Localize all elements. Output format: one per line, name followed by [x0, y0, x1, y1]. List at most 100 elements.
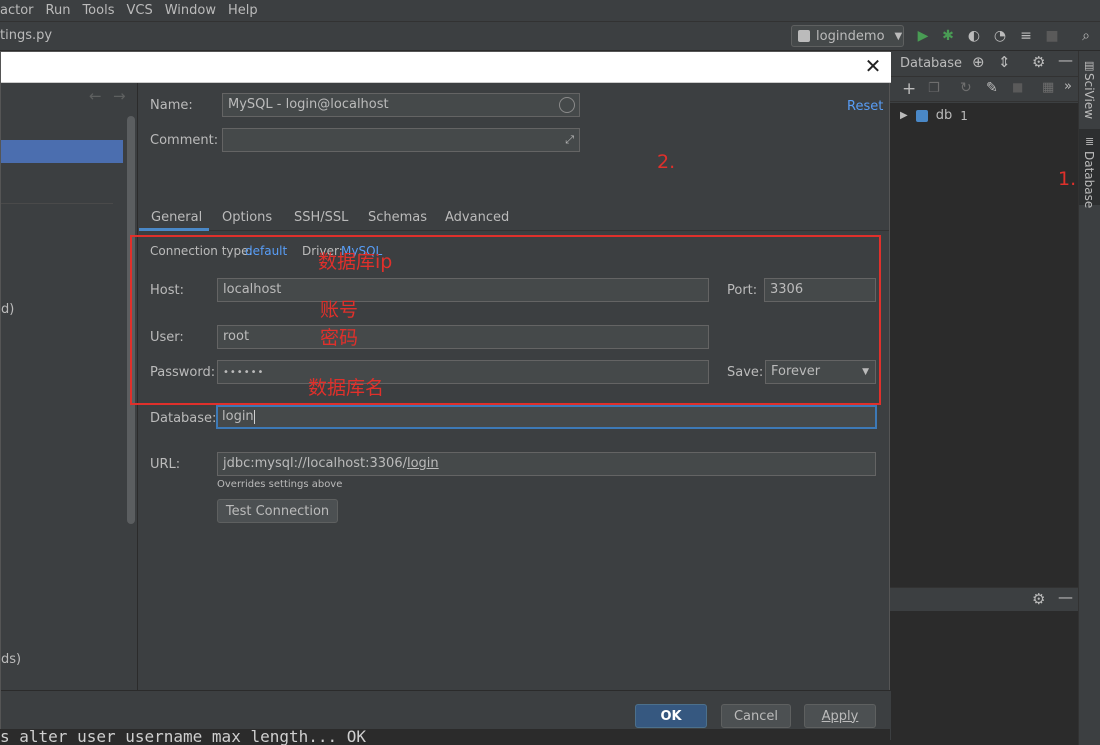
run-config-label: logindemo: [816, 28, 885, 44]
profile-icon[interactable]: ◔: [990, 26, 1010, 46]
list-item[interactable]: ds): [1, 652, 21, 667]
console-text: s alter user username max length... OK: [0, 729, 367, 745]
annotation-step-1: 1.: [1058, 168, 1077, 190]
data-source-list: ← → d) ds): [1, 83, 138, 690]
test-connection-label: Test Connection: [225, 503, 330, 519]
url-label: URL:: [150, 457, 181, 472]
database-value: login: [222, 409, 254, 424]
gear-icon[interactable]: ⚙: [1032, 53, 1045, 71]
expand-arrow-icon[interactable]: ▶: [900, 110, 908, 121]
properties-icon[interactable]: ✎: [986, 80, 998, 96]
comment-label: Comment:: [150, 133, 219, 148]
database-tool-window: Database ⊕ ⇕ ⚙ — + ❐ ↻ ✎ ■ ▦ » ▶ db 1 ⚙ …: [890, 51, 1078, 745]
sciview-tab[interactable]: SciView: [1082, 73, 1096, 119]
database-icon: ≣: [1085, 135, 1095, 148]
back-arrow-icon[interactable]: ←: [89, 87, 102, 105]
stop-query-icon[interactable]: ■: [1012, 80, 1023, 94]
search-icon[interactable]: ⌕: [1076, 26, 1096, 46]
database-toolbar: + ❐ ↻ ✎ ■ ▦ »: [890, 76, 1078, 102]
tab-schemas[interactable]: Schemas: [368, 210, 427, 225]
annotation-step-2: 2.: [657, 151, 676, 173]
minimize-icon[interactable]: —: [1058, 588, 1073, 606]
cancel-button[interactable]: Cancel: [721, 704, 791, 728]
name-field[interactable]: MySQL - login@localhost: [222, 93, 580, 117]
menu-help[interactable]: Help: [222, 3, 264, 18]
expand-icon[interactable]: ⤢: [565, 129, 574, 151]
coverage-icon[interactable]: ◐: [964, 26, 984, 46]
database-tree: [890, 103, 1078, 638]
comment-field[interactable]: ⤢: [222, 128, 580, 152]
database-tab-label: Database: [1082, 151, 1096, 209]
run-icon[interactable]: ▶: [913, 26, 933, 46]
target-icon[interactable]: ⊕: [972, 53, 985, 71]
table-icon[interactable]: ▦: [1042, 80, 1054, 95]
tab-general[interactable]: General: [151, 210, 202, 225]
file-tab-settings[interactable]: tings.py: [0, 28, 52, 43]
python-file-icon: [798, 30, 810, 42]
copy-icon[interactable]: ❐: [928, 81, 940, 96]
right-tool-stripe: ▤ SciView ≣ Database: [1078, 51, 1100, 745]
tree-item-count: 1: [960, 108, 968, 123]
annotation-user: 账号: [320, 299, 359, 321]
close-icon[interactable]: ✕: [863, 56, 883, 76]
apply-button[interactable]: Apply: [804, 704, 876, 728]
url-prefix: jdbc:mysql://localhost:3306/: [223, 456, 407, 471]
collapse-icon[interactable]: ⇕: [998, 53, 1011, 71]
menu-window[interactable]: Window: [159, 3, 222, 18]
add-icon[interactable]: +: [902, 79, 916, 99]
tab-advanced[interactable]: Advanced: [445, 210, 509, 225]
menu-run[interactable]: Run: [40, 3, 77, 18]
debug-icon[interactable]: ✱: [938, 26, 958, 46]
list-item[interactable]: d): [1, 302, 14, 317]
more-icon[interactable]: »: [1064, 79, 1072, 94]
chevron-down-icon: ▼: [894, 30, 903, 42]
active-tab-indicator: [139, 228, 209, 231]
lower-panel-content: [890, 611, 1078, 745]
database-stripe-tab[interactable]: ≣ Database: [1079, 129, 1100, 209]
tab-ssh-ssl[interactable]: SSH/SSL: [294, 210, 348, 225]
forward-arrow-icon[interactable]: →: [113, 87, 126, 105]
database-label: Database:: [150, 411, 217, 426]
url-hint: Overrides settings above: [217, 479, 343, 490]
dialog-titlebar: ✕: [1, 52, 891, 83]
apply-label: Apply: [821, 708, 859, 724]
annotation-host: 数据库ip: [318, 251, 393, 273]
lower-panel-header: ⚙ —: [890, 587, 1078, 611]
menu-tools[interactable]: Tools: [76, 3, 120, 18]
run-config-selector[interactable]: logindemo ▼: [791, 25, 904, 47]
color-circle-icon[interactable]: [559, 97, 575, 113]
separator: [1, 203, 113, 204]
datasource-icon: [915, 109, 928, 122]
annotation-password: 密码: [320, 327, 359, 349]
main-toolbar: tings.py logindemo ▼ ▶ ✱ ◐ ◔ ≡ ■ ⌕: [0, 21, 1100, 50]
ok-label: OK: [660, 708, 682, 724]
reset-link[interactable]: Reset: [847, 99, 883, 114]
refresh-icon[interactable]: ↻: [960, 80, 972, 96]
annotation-highlight-box: [130, 235, 881, 405]
stop-icon[interactable]: ■: [1042, 26, 1062, 46]
database-field[interactable]: login: [216, 405, 877, 429]
database-panel-header: Database ⊕ ⇕ ⚙ —: [890, 51, 1078, 75]
menu-bar: actor Run Tools VCS Window Help: [0, 0, 1100, 21]
url-database: login: [406, 456, 439, 471]
tree-item-db[interactable]: ▶ db 1: [900, 108, 968, 123]
text-cursor: [253, 409, 255, 424]
cancel-label: Cancel: [733, 708, 779, 724]
selected-data-source[interactable]: [1, 140, 123, 163]
menu-vcs[interactable]: VCS: [120, 3, 158, 18]
sciview-icon: ▤: [1084, 59, 1095, 72]
test-connection-button[interactable]: Test Connection: [217, 499, 338, 523]
name-value: MySQL - login@localhost: [228, 97, 389, 112]
name-label: Name:: [150, 98, 193, 113]
gear-icon[interactable]: ⚙: [1032, 590, 1045, 608]
tree-item-label: db: [935, 108, 953, 123]
concurrency-icon[interactable]: ≡: [1016, 26, 1036, 46]
minimize-icon[interactable]: —: [1058, 51, 1073, 69]
database-panel-title: Database: [900, 55, 963, 71]
annotation-database: 数据库名: [308, 377, 385, 399]
settings-tabs: General Options SSH/SSL Schemas Advanced: [139, 205, 889, 231]
ok-button[interactable]: OK: [635, 704, 707, 728]
menu-refactor[interactable]: actor: [0, 3, 40, 18]
url-field[interactable]: jdbc:mysql://localhost:3306/login: [217, 452, 876, 476]
tab-options[interactable]: Options: [222, 210, 272, 225]
